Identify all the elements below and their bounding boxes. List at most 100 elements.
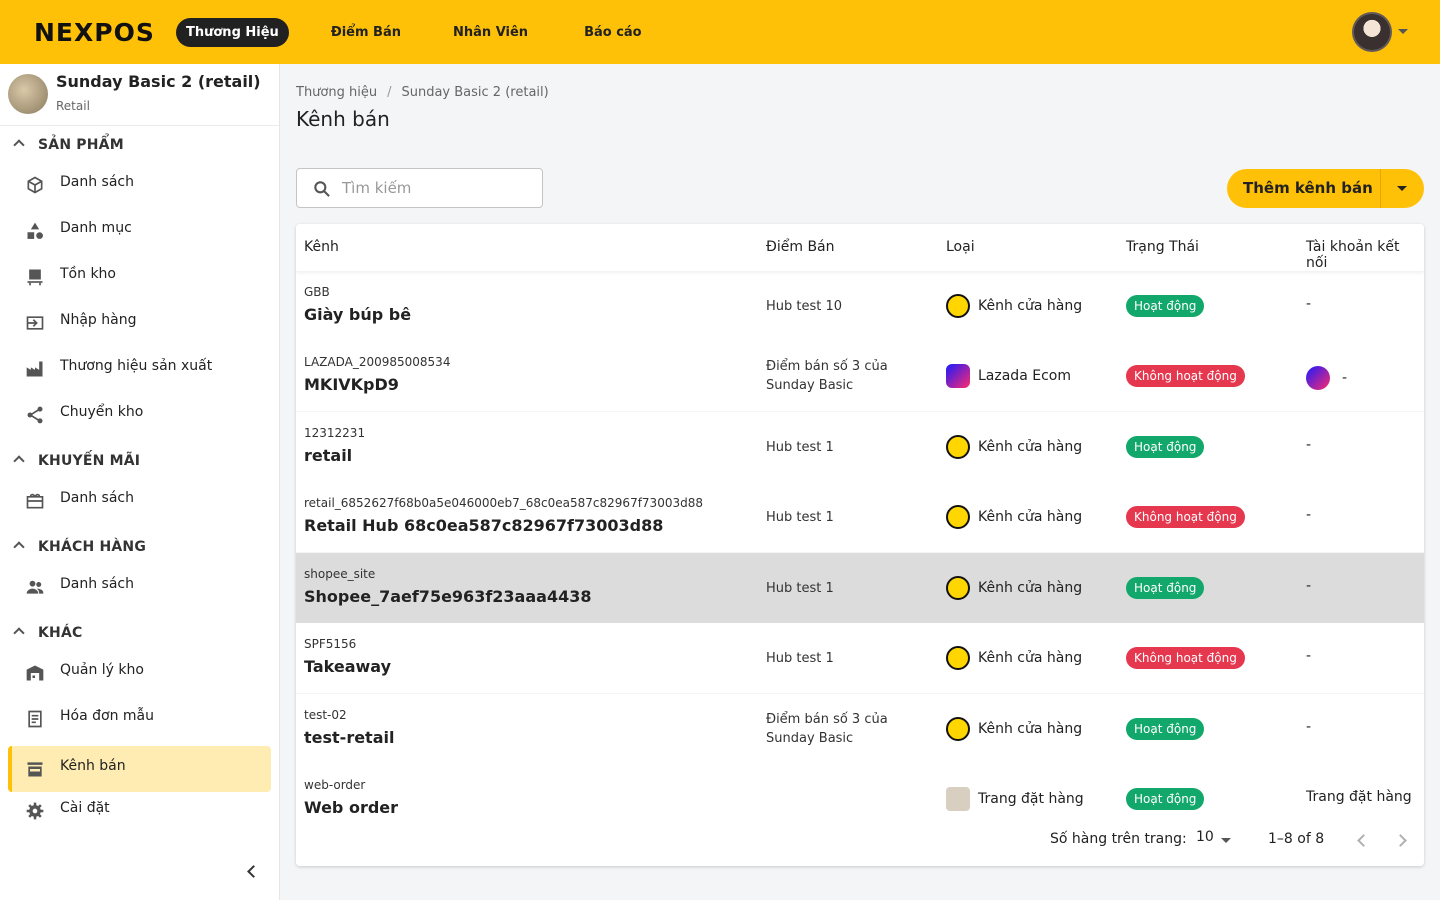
nexpos-logo[interactable]: NEXPOS [34,18,155,47]
page-range: 1–8 of 8 [1268,831,1325,847]
gear-icon [26,802,44,820]
table-row[interactable]: SPF5156 Takeaway Hub test 1 Kênh cửa hàn… [296,623,1424,693]
chevron-up-icon [13,139,25,151]
channel-code: shopee_site [304,567,376,581]
nav-thuong-hieu[interactable]: Thương Hiệu [176,18,289,47]
section-khach-hang[interactable]: KHÁCH HÀNG [0,536,280,560]
table-row[interactable]: GBB Giày búp bê Hub test 10 Kênh cửa hàn… [296,271,1424,341]
previous-page-chevron-left-icon[interactable] [1352,830,1372,850]
channel-code: SPF5156 [304,637,357,651]
section-khac[interactable]: KHÁC [0,622,280,646]
lazada-account-icon [1306,366,1330,390]
store-cell: Hub test 1 [766,581,834,596]
channel-code: GBB [304,285,330,299]
store-channel-icon [946,294,970,318]
type-cell: Kênh cửa hàng [946,646,1082,670]
table-row[interactable]: retail_6852627f68b0a5e046000eb7_68c0ea58… [296,482,1424,552]
section-khuyen-mai[interactable]: KHUYẾN MÃI [0,450,280,474]
store-channel-icon [946,505,970,529]
nav-nhan-vien[interactable]: Nhân Viên [443,18,538,47]
table-header: Kênh Điểm Bán Loại Trạng Thái Tài khoản … [296,224,1424,271]
sidebar-item-warehouse[interactable]: Quản lý kho [8,650,271,696]
table-body: GBB Giày búp bê Hub test 10 Kênh cửa hàn… [296,271,1424,814]
status-badge: Hoạt động [1126,788,1205,810]
add-channel-button[interactable]: Thêm kênh bán [1227,169,1424,208]
sidebar-item-label: Cài đặt [60,800,110,816]
type-cell: Trang đặt hàng [946,787,1084,811]
user-avatar[interactable] [1352,12,1392,52]
section-san-pham[interactable]: SẢN PHẨM [0,134,280,158]
status-badge: Hoạt động [1126,436,1205,458]
channel-code: 12312231 [304,426,366,440]
button-divider [1380,169,1381,208]
channel-name: Retail Hub 68c0ea587c82967f73003d88 [304,516,664,535]
sidebar-item-transfer[interactable]: Chuyển kho [8,392,271,438]
sidebar-item-sales-channel[interactable]: Kênh bán [8,746,271,792]
status-badge: Không hoạt động [1126,365,1245,387]
nav-diem-ban[interactable]: Điểm Bán [321,18,411,47]
nav-bao-cao[interactable]: Báo cáo [574,18,652,47]
receipt-icon [28,710,42,728]
breadcrumb-separator: / [387,85,392,100]
section-label: KHUYẾN MÃI [38,453,141,469]
sidebar-item-label: Thương hiệu sản xuất [60,358,213,374]
col-header-status[interactable]: Trạng Thái [1126,239,1199,255]
breadcrumb-brand[interactable]: Thương hiệu [296,85,377,100]
gift-card-icon [26,493,44,509]
lazada-icon [946,364,970,388]
store-channel-icon [946,717,970,741]
sidebar-item-promotion-list[interactable]: Danh sách [8,478,271,524]
sidebar-item-invoice-template[interactable]: Hóa đơn mẫu [8,696,271,742]
collapse-sidebar-chevron-left-icon[interactable] [240,860,264,884]
rows-per-page-select[interactable]: 10 [1196,829,1236,851]
sidebar-item-customer-list[interactable]: Danh sách [8,564,271,610]
section-label: KHÁCH HÀNG [38,539,147,555]
table-row[interactable]: web-order Web order Trang đặt hàng Hoạt … [296,764,1424,814]
sidebar-item-settings[interactable]: Cài đặt [8,788,271,834]
main-nav: Thương Hiệu Điểm Bán Nhân Viên Báo cáo [176,18,668,47]
type-cell: Kênh cửa hàng [946,294,1082,318]
channel-name: Shopee_7aef75e963f23aaa4438 [304,587,592,606]
section-label: SẢN PHẨM [38,137,124,153]
caret-down-icon[interactable] [1397,186,1407,191]
table-row[interactable]: shopee_site Shopee_7aef75e963f23aaa4438 … [296,553,1424,623]
breadcrumb: Thương hiệu / Sunday Basic 2 (retail) [296,85,549,100]
type-cell: Kênh cửa hàng [946,505,1082,529]
account-value: - [1306,578,1312,594]
account-cell: - [1306,366,1347,390]
col-header-type[interactable]: Loại [946,239,975,255]
rows-per-page-value: 10 [1196,829,1214,845]
sidebar-item-product-list[interactable]: Danh sách [8,162,271,208]
chevron-up-icon [13,541,25,553]
sidebar-item-import[interactable]: Nhập hàng [8,300,271,346]
sidebar-item-category[interactable]: Danh mục [8,208,271,254]
search-input[interactable] [342,177,532,199]
col-header-store[interactable]: Điểm Bán [766,239,835,255]
account-value: - [1342,370,1348,386]
import-icon [26,316,44,330]
sidebar-item-manufacturer[interactable]: Thương hiệu sản xuất [8,346,271,392]
channel-name: retail [304,446,353,465]
brand-type: Retail [56,99,90,113]
next-page-chevron-right-icon[interactable] [1392,830,1412,850]
table-row[interactable]: LAZADA_200985008534 MKIVKpD9 Điểm bán số… [296,341,1424,411]
category-icon [27,222,43,239]
channel-name: Giày búp bê [304,305,412,324]
type-label: Trang đặt hàng [978,791,1084,807]
status-badge: Không hoạt động [1126,506,1245,528]
breadcrumb-current[interactable]: Sunday Basic 2 (retail) [401,85,548,100]
user-menu-caret-icon[interactable] [1398,29,1408,34]
type-cell: Kênh cửa hàng [946,717,1082,741]
col-header-channel[interactable]: Kênh [304,239,339,255]
account-value: - [1306,437,1312,453]
web-order-icon [946,787,970,811]
sidebar-item-inventory[interactable]: Tồn kho [8,254,271,300]
type-cell: Kênh cửa hàng [946,576,1082,600]
table-row[interactable]: 12312231 retail Hub test 1 Kênh cửa hàng… [296,412,1424,482]
store-channel-icon [946,435,970,459]
col-header-account[interactable]: Tài khoản kết nối [1306,239,1424,271]
sidebar-item-label: Kênh bán [60,758,126,774]
type-label: Lazada Ecom [978,368,1071,384]
search-box[interactable] [296,168,543,208]
table-row[interactable]: test-02 test-retail Điểm bán số 3 của Su… [296,694,1424,764]
